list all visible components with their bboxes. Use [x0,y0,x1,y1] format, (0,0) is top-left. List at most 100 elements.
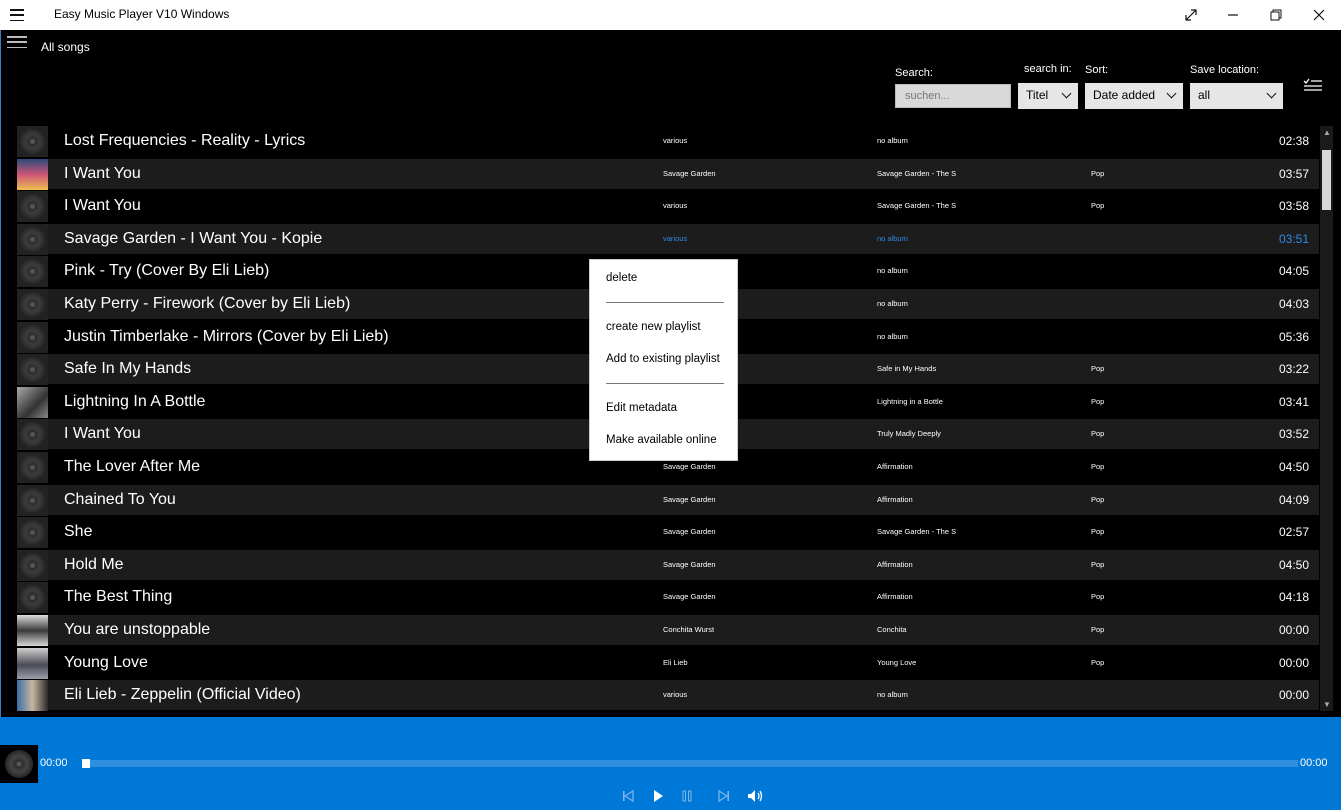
disc-icon [17,126,48,157]
app-menu-icon[interactable] [10,7,32,23]
play-icon[interactable] [648,787,668,805]
song-title: Lost Frequencies - Reality - Lyrics [64,132,306,149]
disc-icon [17,549,48,581]
song-row[interactable]: Lost Frequencies - Reality - Lyrics vario… [17,126,1319,157]
song-duration: 00:00 [1278,623,1309,637]
progress-track[interactable] [82,760,1298,767]
song-genre: Pop [1091,625,1105,634]
song-row[interactable]: I Want You Savage Garden Savage Garden - T… [17,158,1319,190]
song-row[interactable]: I Want You various Savage Garden - The S Po… [17,191,1319,223]
search-in-value: Titel [1026,88,1049,102]
disc-icon [17,256,48,288]
song-album: Conchita [877,625,907,634]
volume-icon[interactable] [746,787,766,805]
restore-icon[interactable] [1255,0,1297,30]
song-artist: Savage Garden [663,592,716,602]
minimize-icon[interactable] [1212,0,1254,30]
scrollbar-thumb[interactable] [1322,150,1331,210]
song-artist: various [663,690,688,700]
context-menu: delete create new playlist Add to existi… [589,259,738,461]
scroll-up-icon[interactable]: ▲ [1323,128,1331,137]
chevron-down-icon [1061,88,1072,99]
song-row[interactable]: Hold Me Savage Garden Affirmation Pop 04:50 [17,549,1319,581]
menu-separator [606,383,724,384]
song-duration: 04:03 [1278,297,1309,311]
disc-icon [17,289,48,320]
song-album: Affirmation [877,494,913,504]
song-album: no album [877,136,908,145]
song-genre: Pop [1091,559,1105,569]
song-artist: Savage Garden [663,527,716,537]
song-title: Eli Lieb - Zeppelin (Official Video) [64,686,301,704]
search-in-label: search in: [1024,63,1072,75]
song-artist: various [663,201,688,211]
menu-item-add-existing-playlist[interactable]: Add to existing playlist [606,353,720,365]
song-duration: 03:57 [1278,166,1309,181]
song-duration: 03:22 [1278,362,1309,377]
search-in-select[interactable]: Titel [1018,83,1078,109]
song-title: Lightning In A Bottle [64,392,206,410]
song-row[interactable]: She Savage Garden Savage Garden - The S Pop… [17,517,1319,549]
disc-icon [17,354,48,386]
album-art [17,647,48,679]
save-location-value: all [1198,88,1211,102]
menu-item-edit-metadata[interactable]: Edit metadata [606,402,677,414]
song-title: Chained To You [64,490,176,508]
sort-select[interactable]: Date added [1085,83,1183,109]
disc-icon [17,191,48,223]
window-border [0,30,1,720]
elapsed-time: 00:00 [40,757,68,769]
list-options-icon[interactable] [1303,78,1323,94]
song-genre: Pop [1091,494,1105,504]
song-row[interactable]: The Best Thing Savage Garden Affirmation Po… [17,582,1319,614]
close-icon[interactable] [1298,0,1340,30]
scrollbar[interactable]: ▲ ▼ [1320,126,1333,711]
song-duration: 00:00 [1278,688,1309,703]
song-duration: 04:50 [1278,557,1309,572]
song-row[interactable]: Eli Lieb - Zeppelin (Official Video) vari… [17,680,1319,711]
save-location-select[interactable]: all [1190,83,1283,109]
menu-item-make-online[interactable]: Make available online [606,434,717,446]
song-genre: Pop [1091,592,1105,602]
now-playing-cover [0,745,38,783]
song-row[interactable]: Savage Garden - I Want You - Kopie variou… [17,223,1319,255]
song-row[interactable]: You are unstoppable Conchita Wurst Conchit… [17,615,1319,646]
search-input[interactable] [895,84,1011,108]
chevron-down-icon [1166,88,1177,99]
song-title: Safe In My Hands [64,360,192,378]
song-title: I Want You [64,425,141,443]
disc-icon [17,582,48,614]
fullscreen-icon[interactable] [1170,0,1212,30]
song-title: Pink - Try (Cover By Eli Lieb) [64,262,270,280]
previous-icon[interactable] [618,787,638,805]
album-art [17,680,48,711]
song-duration: 00:00 [1278,655,1309,670]
song-genre: Pop [1091,201,1105,211]
song-duration: 04:09 [1278,492,1309,507]
song-row[interactable]: Chained To You Savage Garden Affirmation Po… [17,484,1319,516]
scroll-down-icon[interactable]: ▼ [1323,700,1331,709]
song-title: I Want You [64,164,141,182]
song-artist: Conchita Wurst [663,625,715,634]
menu-item-delete[interactable]: delete [606,272,637,284]
song-artist: Savage Garden [663,462,716,471]
song-duration: 04:50 [1278,460,1309,474]
song-title: The Lover After Me [64,458,201,475]
song-artist: Savage Garden [663,494,716,504]
song-duration: 03:51 [1278,231,1309,246]
disc-icon [17,517,48,549]
song-title: Savage Garden - I Want You - Kopie [64,229,323,247]
menu-item-create-playlist[interactable]: create new playlist [606,321,701,333]
next-icon[interactable] [714,787,734,805]
song-artist: Savage Garden [663,168,716,178]
song-duration: 04:18 [1278,590,1309,605]
album-art [17,386,48,418]
song-album: Affirmation [877,462,913,471]
song-duration: 03:58 [1278,199,1309,214]
pause-icon[interactable] [677,787,697,805]
song-row[interactable]: Young Love Eli Lieb Young Love Pop 00:00 [17,647,1319,679]
song-album: no album [877,299,908,308]
search-label: Search: [895,67,933,79]
progress-knob[interactable] [82,759,90,768]
nav-menu-icon[interactable] [7,36,27,48]
